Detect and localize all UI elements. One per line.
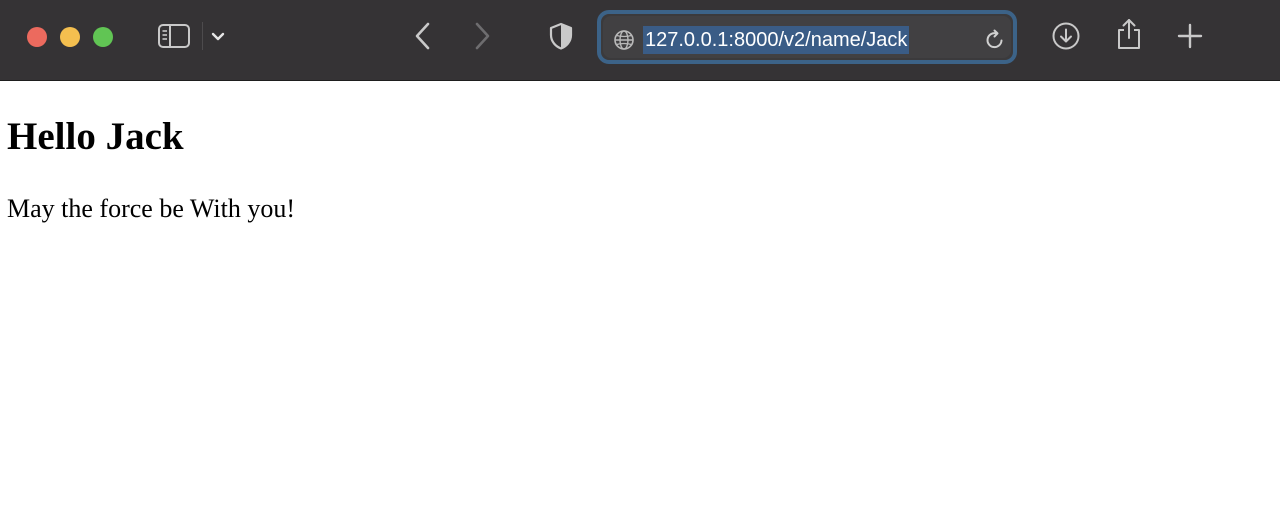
plus-icon[interactable] bbox=[1177, 23, 1203, 49]
chevron-down-icon[interactable] bbox=[209, 29, 227, 45]
page-heading: Hello Jack bbox=[7, 115, 184, 158]
chevron-right-icon[interactable] bbox=[469, 21, 495, 51]
maximize-window-button[interactable] bbox=[93, 27, 113, 47]
page-paragraph: May the force be With you! bbox=[7, 194, 295, 223]
globe-icon bbox=[614, 30, 634, 50]
page-content: Hello Jack May the force be With you! bbox=[0, 81, 1280, 508]
minimize-window-button[interactable] bbox=[60, 27, 80, 47]
url-text[interactable]: 127.0.0.1:8000/v2/name/Jack bbox=[643, 26, 910, 54]
address-field[interactable]: 127.0.0.1:8000/v2/name/Jack bbox=[603, 16, 1011, 58]
shield-icon[interactable] bbox=[547, 21, 575, 51]
download-icon[interactable] bbox=[1051, 21, 1081, 51]
chevron-left-icon[interactable] bbox=[410, 21, 436, 51]
share-icon[interactable] bbox=[1114, 17, 1144, 51]
sidebar-icon[interactable] bbox=[157, 22, 191, 50]
close-window-button[interactable] bbox=[27, 27, 47, 47]
reload-icon[interactable] bbox=[983, 28, 1007, 52]
address-bar[interactable]: 127.0.0.1:8000/v2/name/Jack bbox=[597, 10, 1017, 64]
browser-toolbar: 127.0.0.1:8000/v2/name/Jack bbox=[0, 0, 1280, 81]
toolbar-divider bbox=[202, 22, 203, 50]
